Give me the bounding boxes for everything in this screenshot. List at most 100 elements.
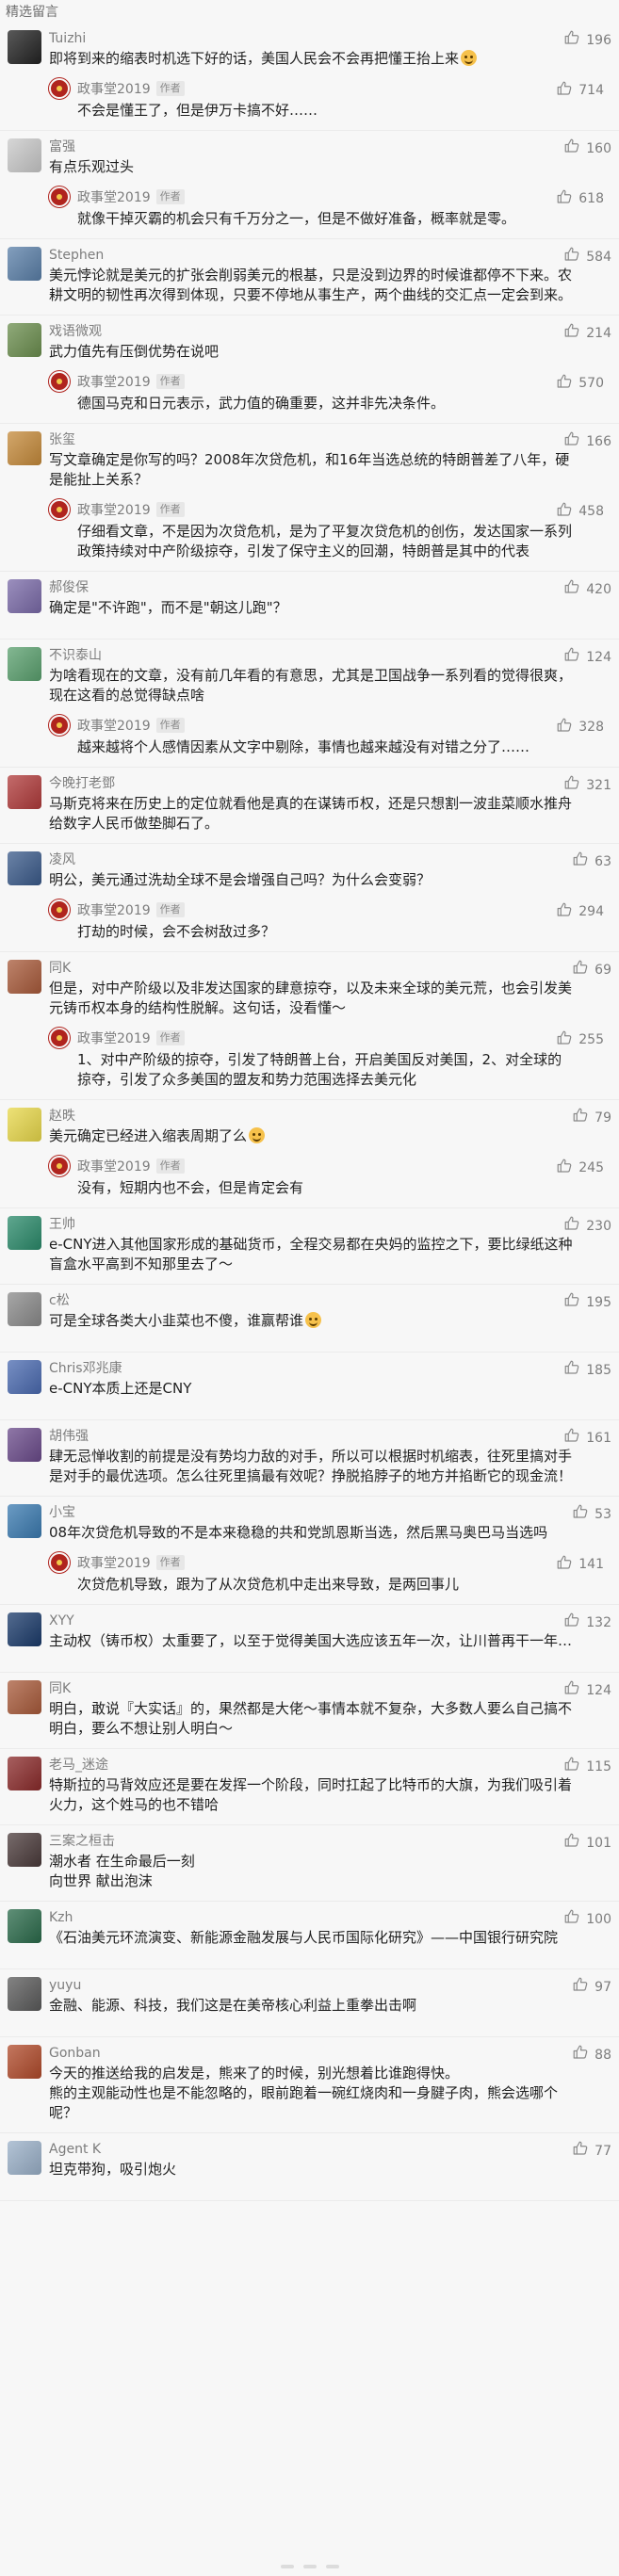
- avatar[interactable]: [8, 1680, 41, 1714]
- commenter-name[interactable]: 郝俊保: [49, 578, 581, 597]
- like-button[interactable]: 124: [563, 1679, 611, 1701]
- like-button[interactable]: 63: [572, 851, 611, 872]
- like-button[interactable]: 88: [572, 2044, 611, 2066]
- reply-like-button[interactable]: 458: [556, 501, 604, 522]
- reply-like-button[interactable]: 570: [556, 373, 604, 394]
- like-button[interactable]: 53: [572, 1503, 611, 1525]
- avatar[interactable]: [8, 1292, 41, 1326]
- like-button[interactable]: 214: [563, 322, 611, 344]
- like-button[interactable]: 230: [563, 1215, 611, 1237]
- reply-like-button[interactable]: 714: [556, 80, 604, 101]
- avatar[interactable]: [8, 30, 41, 64]
- avatar[interactable]: [8, 138, 41, 172]
- commenter-name[interactable]: XYY: [49, 1612, 581, 1630]
- reply-like-button[interactable]: 255: [556, 1029, 604, 1050]
- avatar[interactable]: [8, 1909, 41, 1943]
- commenter-name[interactable]: 不识泰山: [49, 646, 581, 665]
- avatar[interactable]: [8, 1612, 41, 1646]
- like-button[interactable]: 160: [563, 138, 611, 159]
- like-button[interactable]: 185: [563, 1359, 611, 1381]
- commenter-name[interactable]: 小宝: [49, 1503, 581, 1522]
- avatar[interactable]: [8, 775, 41, 809]
- like-button[interactable]: 196: [563, 29, 611, 51]
- author-avatar[interactable]: [49, 1028, 70, 1048]
- avatar[interactable]: [8, 2141, 41, 2175]
- avatar[interactable]: [8, 1833, 41, 1867]
- commenter-name[interactable]: 戏语微观: [49, 322, 581, 341]
- commenter-name[interactable]: c松: [49, 1291, 581, 1310]
- commenter-name[interactable]: 三案之桓击: [49, 1832, 581, 1851]
- reply-like-button[interactable]: 328: [556, 717, 604, 737]
- commenter-name[interactable]: 富强: [49, 138, 581, 156]
- author-name[interactable]: 政事堂2019: [77, 900, 151, 919]
- commenter-name[interactable]: 凌风: [49, 851, 581, 869]
- avatar[interactable]: [8, 1360, 41, 1394]
- author-avatar[interactable]: [49, 186, 70, 207]
- commenter-name[interactable]: Chris邓兆康: [49, 1359, 581, 1378]
- author-name[interactable]: 政事堂2019: [77, 1157, 151, 1175]
- avatar[interactable]: [8, 960, 41, 994]
- like-button[interactable]: 97: [572, 1976, 611, 1998]
- reply-like-button[interactable]: 294: [556, 901, 604, 922]
- thumbs-up-icon: [556, 373, 573, 394]
- commenter-name[interactable]: yuyu: [49, 1976, 581, 1995]
- avatar[interactable]: [8, 1757, 41, 1790]
- author-name[interactable]: 政事堂2019: [77, 372, 151, 391]
- like-button[interactable]: 101: [563, 1832, 611, 1854]
- like-button[interactable]: 420: [563, 578, 611, 600]
- author-name[interactable]: 政事堂2019: [77, 79, 151, 98]
- like-button[interactable]: 132: [563, 1612, 611, 1633]
- author-avatar[interactable]: [49, 899, 70, 920]
- author-avatar[interactable]: [49, 1552, 70, 1573]
- like-button[interactable]: 100: [563, 1908, 611, 1930]
- like-button[interactable]: 79: [572, 1107, 611, 1128]
- commenter-name[interactable]: Tuizhi: [49, 29, 581, 48]
- author-avatar[interactable]: [49, 499, 70, 520]
- like-button[interactable]: 166: [563, 430, 611, 452]
- avatar[interactable]: [8, 2045, 41, 2079]
- author-name[interactable]: 政事堂2019: [77, 500, 151, 519]
- author-name[interactable]: 政事堂2019: [77, 1029, 151, 1047]
- commenter-name[interactable]: Stephen: [49, 246, 581, 265]
- avatar[interactable]: [8, 1977, 41, 2011]
- commenter-name[interactable]: 今晚打老鄧: [49, 774, 581, 793]
- like-button[interactable]: 115: [563, 1756, 611, 1777]
- avatar[interactable]: [8, 247, 41, 281]
- author-avatar[interactable]: [49, 715, 70, 736]
- like-button[interactable]: 321: [563, 774, 611, 796]
- avatar[interactable]: [8, 1504, 41, 1538]
- commenter-name[interactable]: 胡伟强: [49, 1427, 581, 1446]
- author-avatar[interactable]: [49, 371, 70, 392]
- commenter-name[interactable]: Agent K: [49, 2140, 581, 2159]
- like-button[interactable]: 124: [563, 646, 611, 668]
- commenter-name[interactable]: 赵昳: [49, 1107, 581, 1126]
- like-button[interactable]: 77: [572, 2140, 611, 2162]
- author-avatar[interactable]: [49, 1156, 70, 1176]
- commenter-name[interactable]: 张玺: [49, 430, 581, 449]
- reply-like-button[interactable]: 618: [556, 188, 604, 209]
- reply-like-button[interactable]: 141: [556, 1554, 604, 1575]
- author-name[interactable]: 政事堂2019: [77, 187, 151, 206]
- avatar[interactable]: [8, 323, 41, 357]
- author-name[interactable]: 政事堂2019: [77, 1553, 151, 1572]
- commenter-name[interactable]: 王帅: [49, 1215, 581, 1234]
- avatar[interactable]: [8, 431, 41, 465]
- reply-like-button[interactable]: 245: [556, 1158, 604, 1178]
- avatar[interactable]: [8, 579, 41, 613]
- commenter-name[interactable]: Kzh: [49, 1908, 581, 1927]
- avatar[interactable]: [8, 1108, 41, 1142]
- avatar[interactable]: [8, 851, 41, 885]
- avatar[interactable]: [8, 647, 41, 681]
- avatar[interactable]: [8, 1428, 41, 1462]
- commenter-name[interactable]: 老马_迷途: [49, 1756, 581, 1774]
- like-button[interactable]: 584: [563, 246, 611, 267]
- like-button[interactable]: 161: [563, 1427, 611, 1449]
- commenter-name[interactable]: Gonban: [49, 2044, 581, 2063]
- like-button[interactable]: 195: [563, 1291, 611, 1313]
- author-name[interactable]: 政事堂2019: [77, 716, 151, 735]
- commenter-name[interactable]: 同K: [49, 959, 581, 978]
- author-avatar[interactable]: [49, 78, 70, 99]
- like-button[interactable]: 69: [572, 959, 611, 980]
- avatar[interactable]: [8, 1216, 41, 1250]
- commenter-name[interactable]: 同K: [49, 1679, 581, 1698]
